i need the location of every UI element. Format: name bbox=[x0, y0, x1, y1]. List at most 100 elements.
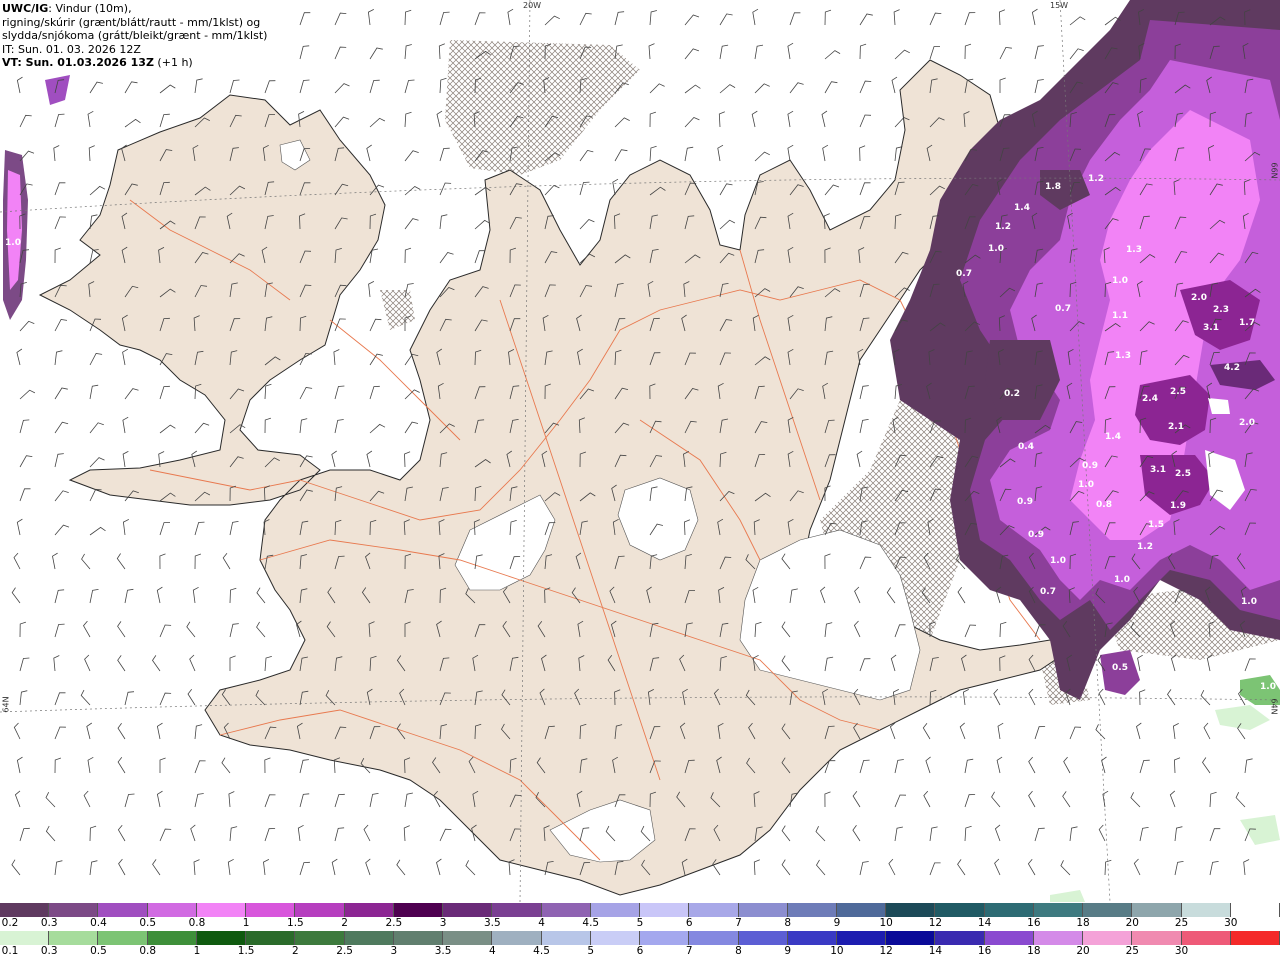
legend-swatch bbox=[935, 903, 985, 917]
precip-value-label: 0.2 bbox=[1004, 389, 1020, 399]
legend-label: 10 bbox=[879, 917, 893, 929]
legend-label: 6 bbox=[685, 917, 693, 929]
legend-swatch bbox=[443, 931, 493, 945]
legend-swatch bbox=[393, 931, 444, 945]
legend-label: 1 bbox=[242, 917, 250, 929]
precip-value-label: 0.8 bbox=[1096, 500, 1112, 510]
legend-swatch bbox=[1181, 903, 1231, 917]
weather-map: 1.81.21.41.21.00.71.31.00.72.02.33.1 1.71… bbox=[0, 0, 1280, 902]
legend-label: 12 bbox=[928, 917, 943, 929]
precip-value-label: 1.8 bbox=[1045, 182, 1061, 192]
legend-swatch bbox=[1230, 903, 1280, 917]
legend-label: 7 bbox=[685, 945, 693, 957]
legend-swatch bbox=[344, 931, 394, 945]
legend-swatch bbox=[246, 903, 296, 917]
precip-value-label: 1.5 bbox=[1148, 520, 1164, 530]
precip-value-label: 3.1 bbox=[1150, 465, 1166, 475]
legend-label: 18 bbox=[1027, 945, 1041, 957]
precip-value-label: 1.4 bbox=[1014, 203, 1030, 213]
precip-value-label: 1.3 bbox=[1115, 351, 1131, 361]
snow-legend: 0.2 0.3 0.4 0.5 0.8 1 1.5 2 2.5 3 3.5 4 4.5 5 6 7 8 9 10 12… bbox=[0, 903, 1280, 931]
header-line3: slydda/snjókoma (grátt/bleikt/grænt - mm… bbox=[2, 29, 268, 42]
legend-swatch bbox=[443, 903, 493, 917]
legend-swatch bbox=[49, 931, 99, 945]
precip-value-label: 1.9 bbox=[1170, 501, 1186, 511]
precip-value-label: 0.9 bbox=[1082, 461, 1098, 471]
legend-swatch bbox=[246, 931, 296, 945]
precip-value-label: 2.0 bbox=[1239, 418, 1255, 428]
legend-label: 16 bbox=[1027, 917, 1041, 929]
legend-swatch bbox=[590, 903, 641, 917]
forecast-step: (+1 h) bbox=[153, 56, 193, 69]
legend-label: 3.5 bbox=[434, 945, 452, 957]
legend-label: 1 bbox=[193, 945, 201, 957]
legend-swatch bbox=[98, 903, 148, 917]
legend-label: 4 bbox=[538, 917, 545, 929]
precip-value-label: 1.0 bbox=[1260, 682, 1276, 692]
lat-label-64n-right: 64N bbox=[1269, 698, 1279, 715]
legend-label: 0.3 bbox=[40, 917, 58, 929]
precip-value-label: 1.2 bbox=[995, 222, 1011, 232]
legend-label: 2 bbox=[341, 917, 348, 929]
legend-swatch bbox=[836, 903, 887, 917]
legend-swatch bbox=[984, 931, 1034, 945]
legend-label: 9 bbox=[833, 917, 841, 929]
precip-value-label: 0.4 bbox=[1018, 442, 1034, 452]
legend-label: 0.8 bbox=[188, 917, 206, 929]
legend-swatch bbox=[344, 903, 394, 917]
precip-value-label: 1.2 bbox=[1137, 542, 1153, 552]
legend-label: 18 bbox=[1076, 917, 1090, 929]
legend-swatch bbox=[689, 903, 739, 917]
legend-swatch bbox=[886, 903, 936, 917]
legend-label: 0.3 bbox=[40, 945, 58, 957]
valid-time: VT: Sun. 01.03.2026 13Z bbox=[2, 56, 154, 69]
precip-value-label: 1.0 bbox=[1241, 597, 1257, 607]
legend-swatch bbox=[1033, 903, 1084, 917]
legend-swatch bbox=[984, 903, 1034, 917]
precip-value-label: 1.0 bbox=[988, 244, 1004, 254]
legend-label: 14 bbox=[977, 917, 992, 929]
legend-label: 0.2 bbox=[1, 917, 19, 929]
legend-label: 12 bbox=[879, 945, 893, 957]
precip-value-label: 0.9 bbox=[1028, 530, 1044, 540]
legend-label: 1.5 bbox=[287, 917, 304, 929]
rain-legend: 0.1 0.3 0.5 0.8 1 1.5 2 2.5 3 3.5 4 4.5 5 6 7 8 9 10 12 14 1… bbox=[0, 931, 1280, 959]
legend-label: 16 bbox=[977, 945, 992, 957]
legend-swatch bbox=[196, 903, 247, 917]
legend-label: 0.5 bbox=[139, 917, 157, 929]
precip-value-label: 1.0 bbox=[1112, 276, 1128, 286]
lon-label-20w: 20W bbox=[523, 1, 542, 10]
legend-label: 20 bbox=[1076, 945, 1090, 957]
legend-swatch bbox=[147, 903, 197, 917]
legend-swatch bbox=[886, 931, 936, 945]
legend-label: 25 bbox=[1174, 917, 1189, 929]
legend-label: 2.5 bbox=[336, 945, 353, 957]
lat-label-66n: 66N bbox=[1269, 162, 1279, 179]
legend-swatch bbox=[196, 931, 247, 945]
legend-label: 6 bbox=[636, 945, 644, 957]
product-name: UWC/IG bbox=[2, 2, 49, 15]
precip-value-label: 1.0 bbox=[1050, 556, 1066, 566]
legend-swatch bbox=[492, 903, 542, 917]
precip-value-label: 2.5 bbox=[1170, 387, 1186, 397]
legend-swatch bbox=[1132, 903, 1182, 917]
legend-swatch bbox=[1033, 931, 1084, 945]
header-line1: : Vindur (10m), bbox=[48, 2, 132, 15]
precip-value-label: 1.0 bbox=[1114, 575, 1130, 585]
legend-swatch bbox=[1230, 931, 1280, 945]
legend-swatch bbox=[393, 903, 444, 917]
precip-value-label: 0.7 bbox=[1040, 587, 1056, 597]
precip-value-label: 2.4 bbox=[1142, 394, 1158, 404]
legend-swatch bbox=[1083, 931, 1133, 945]
precip-value-label: 1.3 bbox=[1126, 245, 1142, 255]
legend-label: 9 bbox=[784, 945, 792, 957]
legend-label: 5 bbox=[587, 945, 595, 957]
legend-label: 8 bbox=[784, 917, 792, 929]
precip-value-label: 2.5 bbox=[1175, 469, 1191, 479]
legend-label: 0.1 bbox=[1, 945, 19, 957]
precip-value-label: 1.4 bbox=[1105, 432, 1121, 442]
legend-label: 0.8 bbox=[139, 945, 157, 957]
legend-swatch bbox=[147, 931, 197, 945]
precip-value-label: 1.0 bbox=[5, 238, 21, 248]
lon-label-15w: 15W bbox=[1050, 1, 1069, 10]
